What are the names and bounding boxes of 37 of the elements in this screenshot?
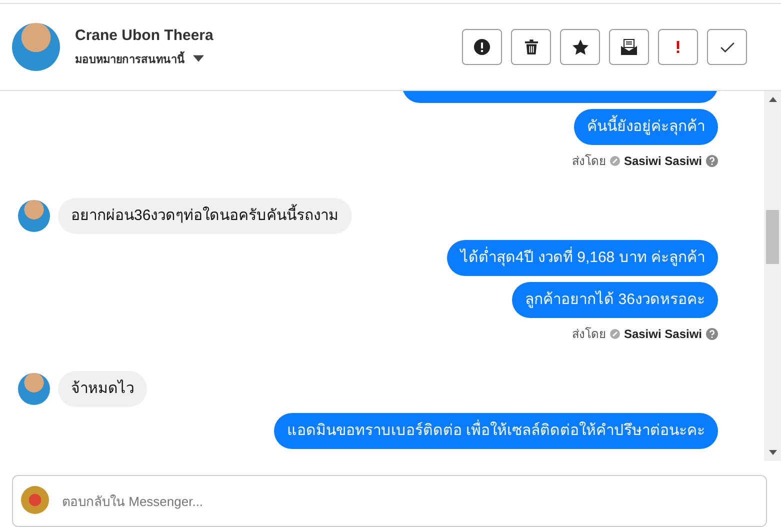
alert-icon	[474, 39, 490, 55]
trash-button[interactable]	[511, 29, 551, 65]
scroll-up-icon	[768, 97, 776, 102]
envelope-icon	[621, 39, 637, 55]
message-bubble: ลูกค้าอยากได้ 36งวดหรอคะ	[512, 282, 718, 318]
exclamation-icon	[676, 41, 680, 53]
star-button[interactable]	[560, 29, 600, 65]
message-bubble: แอดมินขอทราบเบอร์ติดต่อ เพื่อให้เซลล์ติดต่อให้คำปรึษาต่อนะคะ	[274, 413, 718, 449]
avatar	[18, 200, 50, 232]
help-icon	[706, 328, 718, 340]
message-bubble: อยากผ่อน36งวดๆท่อใดนอครับคันนี้รถงาม	[58, 198, 352, 234]
verified-icon	[610, 328, 620, 338]
avatar	[18, 373, 50, 405]
star-icon	[572, 38, 588, 56]
contact-name: Crane Ubon Theera	[75, 26, 214, 44]
sender-name: Sasiwi Sasiwi	[624, 326, 702, 340]
sent-by-label: ส่งโดย	[572, 326, 606, 343]
caret-icon	[193, 55, 204, 62]
alert-button[interactable]	[462, 29, 502, 65]
scroll-down-icon	[768, 450, 776, 455]
sender-name: Sasiwi Sasiwi	[624, 154, 702, 168]
mail-button[interactable]	[609, 29, 649, 65]
message-bubble: คันนี้ยังอยู่ค่ะลุกค้า	[574, 109, 718, 145]
assign-dropdown[interactable]: มอบหมายการสนทนานี้	[75, 50, 204, 68]
verified-icon	[610, 156, 620, 166]
check-button[interactable]	[707, 29, 747, 65]
check-icon	[720, 42, 734, 52]
reply-field[interactable]: ตอบกลับใน Messenger...	[12, 475, 767, 527]
message-bubble: ได้ต่ำสุด4ปี งวดที่ 9,168 บาท ค่ะลูกค้า	[447, 240, 718, 276]
avatar	[12, 23, 60, 71]
exclaim-button[interactable]	[658, 29, 698, 65]
scrollbar-thumb[interactable]	[766, 210, 779, 264]
scrollbar[interactable]	[764, 91, 781, 461]
help-icon	[706, 154, 718, 166]
sent-by-label: ส่งโดย	[572, 153, 606, 170]
message-bubble: จ้าหมดไว	[58, 371, 147, 407]
trash-icon	[524, 39, 538, 55]
